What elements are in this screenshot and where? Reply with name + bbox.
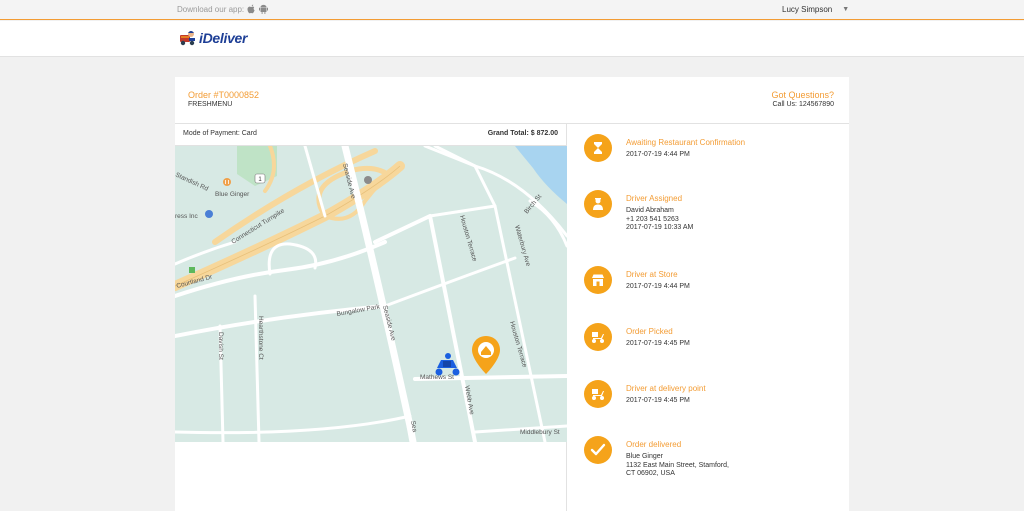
timeline-detail: CT 06902, USA: [626, 470, 675, 477]
grand-total-value: $ 872.00: [530, 130, 558, 137]
android-icon[interactable]: [259, 4, 269, 14]
map-label-mathews: Mathews St: [420, 374, 454, 381]
timeline-title: Awaiting Restaurant Confirmation: [626, 138, 746, 147]
timeline-detail: Blue Ginger: [626, 453, 663, 460]
got-questions: Got Questions?: [771, 90, 834, 100]
header: iDeliver: [0, 21, 1024, 57]
grand-total: Grand Total: $ 872.00: [488, 130, 558, 137]
order-details: Mode of Payment: Card Grand Total: $ 872…: [175, 124, 567, 511]
timeline-detail: 1132 East Main Street, Stamford,: [626, 461, 729, 469]
restaurant-poi-icon: [223, 178, 231, 186]
order-id: Order #T0000852: [188, 90, 260, 100]
order-card: Order #T0000852 FRESHMENU Got Questions?…: [175, 77, 849, 511]
map-label-blue-ginger: Blue Ginger: [215, 191, 250, 198]
order-header: Order #T0000852 FRESHMENU Got Questions?…: [175, 77, 849, 124]
green-poi-icon: [189, 267, 195, 273]
checkmark-icon: [584, 436, 612, 464]
map-label-seaside2: Seaside Ave: [381, 305, 397, 342]
driver-icon: [584, 190, 612, 218]
map-label-bungalow: Bungalow Park: [336, 303, 381, 318]
tracking-map[interactable]: 1 Standish Rd Blue Ginger ress Inc Conne…: [175, 146, 567, 442]
restaurant-name: FRESHMENU: [188, 101, 233, 108]
map-label-houston: Houston Terrace: [458, 215, 478, 263]
call-us: Call Us: 124567890: [772, 101, 835, 108]
top-bar: Download our app: Lucy Simpson ▼: [0, 0, 1024, 20]
map-label-standish: Standish Rd: [175, 171, 210, 192]
store-icon: [584, 266, 612, 294]
timeline-detail: 2017-07-19 4:44 PM: [626, 151, 690, 158]
scooter-icon: [584, 380, 612, 408]
payment-mode: Mode of Payment: Card: [183, 130, 257, 137]
timeline-title: Order delivered: [626, 440, 682, 449]
order-timeline: Awaiting Restaurant Confirmation 2017-07-…: [568, 124, 849, 511]
map-label-davish: Davish St: [217, 332, 224, 360]
timeline-detail: +1 203 541 5263: [626, 215, 679, 223]
delivery-man-icon: [180, 31, 195, 46]
map-label-ress-inc: ress Inc: [175, 213, 199, 220]
destination-pin-icon: [472, 336, 500, 374]
timeline-detail: 2017-07-19 4:45 PM: [626, 397, 690, 404]
map-label-middlebury: Middlebury St: [520, 429, 560, 436]
user-menu[interactable]: Lucy Simpson ▼: [782, 5, 849, 14]
logo-text: iDeliver: [199, 30, 248, 46]
timeline-detail: David Abraham: [626, 207, 674, 214]
scooter-icon: [584, 323, 612, 351]
download-app: Download our app:: [177, 4, 269, 14]
timeline-title: Driver at delivery point: [626, 384, 706, 393]
map-label-hearthstone: Hearthstone Ct: [257, 316, 264, 360]
timeline-title: Driver at Store: [626, 270, 678, 279]
timeline-detail: 2017-07-19 10:33 AM: [626, 224, 694, 231]
payment-row: Mode of Payment: Card Grand Total: $ 872…: [175, 124, 567, 146]
grand-total-label: Grand Total:: [487, 130, 529, 137]
camera-poi-icon: [364, 176, 372, 184]
logo[interactable]: iDeliver: [179, 30, 247, 46]
business-poi-icon: [205, 210, 213, 218]
user-name: Lucy Simpson: [782, 5, 833, 14]
chevron-down-icon: ▼: [842, 6, 850, 13]
water-area: [515, 146, 567, 204]
hourglass-icon: [584, 134, 612, 162]
apple-icon[interactable]: [247, 4, 256, 14]
timeline-title: Order Picked: [626, 327, 673, 336]
timeline-title: Driver Assigned: [626, 194, 683, 203]
driver-scooter-icon: [435, 353, 460, 376]
map-label-waterbury: Waterbury Ave: [513, 225, 531, 268]
download-label: Download our app:: [177, 4, 245, 14]
timeline-detail: 2017-07-19 4:44 PM: [626, 283, 690, 290]
timeline-detail: 2017-07-19 4:45 PM: [626, 340, 690, 347]
